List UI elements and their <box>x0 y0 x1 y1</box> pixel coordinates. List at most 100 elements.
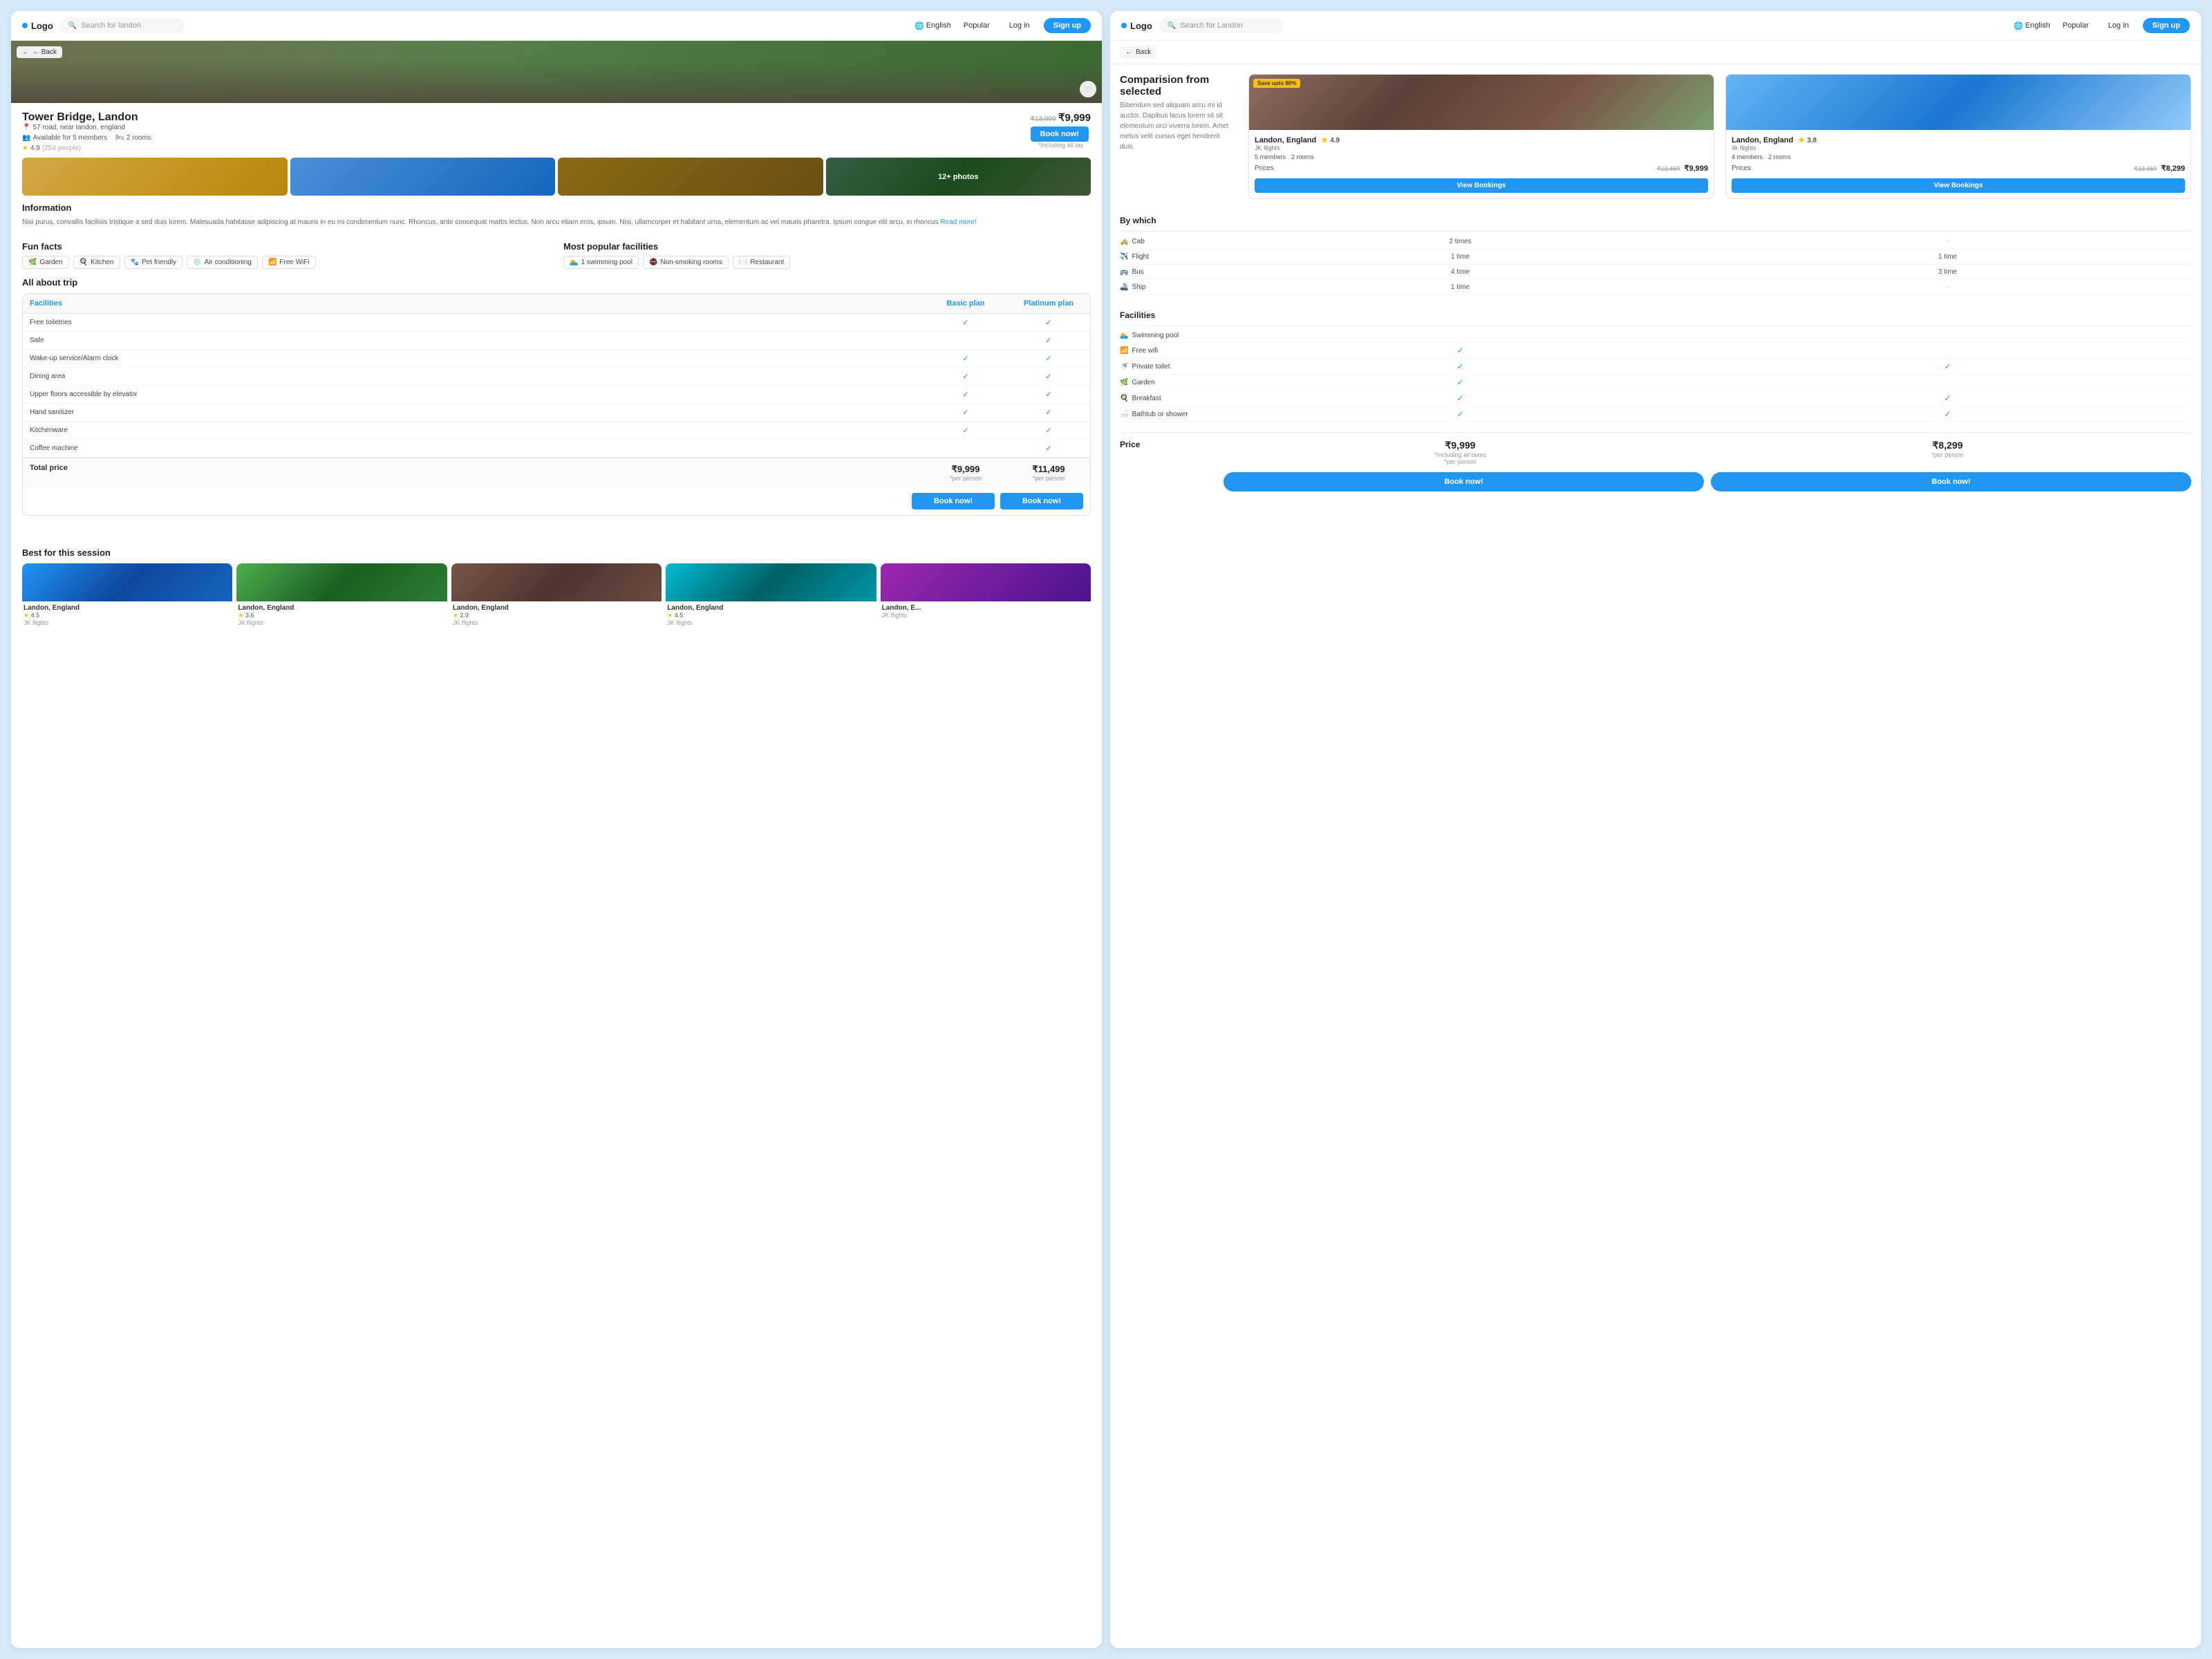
plan-col3: Platinum plan <box>1007 294 1090 313</box>
right-lang[interactable]: 🌐 English <box>2014 21 2050 30</box>
fac-row: 🏊 Swimming pool <box>1120 329 2191 343</box>
garden-check1: ✓ <box>1217 377 1704 387</box>
read-more-link[interactable]: Read more! <box>940 218 976 226</box>
ship-label: 🚢 Ship <box>1120 283 1217 291</box>
hotel-info: Tower Bridge, Landon 📍 57 road, near lan… <box>22 111 151 152</box>
left-popular-link[interactable]: Popular <box>958 21 995 30</box>
right-popular-link[interactable]: Popular <box>2057 21 2094 30</box>
dest-info-1: Landon, England ★ 4.5 JK flights <box>22 601 232 629</box>
breakfast-label: 🍳 Breakfast <box>1120 395 1217 402</box>
row-label: Wake-up service/Alarm clock <box>23 350 924 367</box>
left-logo: Logo <box>22 21 53 31</box>
breakfast-check1: ✓ <box>1217 393 1704 403</box>
plat-check: ✓ <box>1007 404 1090 421</box>
left-navbar: Logo 🔍 Search for landon 🌐 English Popul… <box>11 11 1102 41</box>
row-label: Dining area <box>23 368 924 385</box>
photo-gallery: 12+ photos <box>22 158 1091 196</box>
hero-buildings <box>11 62 1102 103</box>
table-row: Coffee machine ✓ <box>23 440 1090 458</box>
plat-price-footer: ₹11,499 *per person <box>1007 458 1090 487</box>
left-lang[interactable]: 🌐 English <box>915 21 951 30</box>
hotel-meta: 📍 57 road, near landon, england <box>22 124 151 131</box>
dest-card-5[interactable]: Landon, E... JK flights <box>881 563 1091 629</box>
table-row: ✈️ Flight 1 time 1 time <box>1120 250 2191 265</box>
bathtub-check2: ✓ <box>1704 409 2191 419</box>
price-val-2: ₹8,299 *per person <box>1704 440 2191 458</box>
fac-restaurant: 🍽️ Restaurant <box>733 256 790 269</box>
flight-val1: 1 time <box>1217 253 1704 261</box>
right-search-bar[interactable]: 🔍 Search for Landon <box>1159 18 1284 33</box>
plat-check: ✓ <box>1007 386 1090 403</box>
globe-icon: 🌐 <box>915 21 924 30</box>
comp-desc: Bibendum sed aliquam arcu mi id auctor. … <box>1120 100 1230 152</box>
dest-card-1[interactable]: Landon, England ★ 4.5 JK flights <box>22 563 232 629</box>
left-login-btn[interactable]: Log in <box>1002 19 1037 32</box>
favorite-btn[interactable]: ♡ <box>1080 81 1096 97</box>
basic-book-btn[interactable]: Book now! <box>912 493 995 509</box>
comp-book-btn-1[interactable]: Book now! <box>1224 472 1704 491</box>
popular-facilities: Most popular facilities 🏊 1 swimming poo… <box>563 234 1091 269</box>
facilities-section: Facilities 🏊 Swimming pool 📶 Free wifi ✓… <box>1120 305 2191 422</box>
back-button[interactable]: ← ← Back <box>17 46 62 58</box>
cab-label: 🚕 Cab <box>1120 238 1217 245</box>
table-row: Hand sanitizer ✓ ✓ <box>23 404 1090 422</box>
toilet-check1: ✓ <box>1217 362 1704 371</box>
row-label: Free toiletries <box>23 314 924 331</box>
fac-row: 🚿 Private toilet ✓ ✓ <box>1120 359 2191 375</box>
plan-section: All about trip Facilities Basic plan Pla… <box>22 277 1091 516</box>
by-which-section: By which 🚕 Cab 2 times -- ✈️ Flight 1 ti… <box>1120 210 2191 295</box>
right-back-btn[interactable]: ← Back <box>1120 46 1156 58</box>
comp-hotel-meta-1: 5 members 2 rooms <box>1255 153 1708 160</box>
table-row: Upper floors accessible by elevator ✓ ✓ <box>23 386 1090 404</box>
comp-hotel-meta-2: 4 members 2 rooms <box>1732 153 2185 160</box>
best-section: Best for this session Landon, England ★ … <box>11 532 1102 640</box>
left-search-bar[interactable]: 🔍 Search for landon <box>60 18 185 33</box>
search-icon-right: 🔍 <box>1168 22 1176 30</box>
hotel-meta-2: 👥 Available for 5 members 🛏 2 rooms <box>22 134 151 142</box>
comp-card-body-2: Landon, England ★ 3.8 4k flights 4 membe… <box>1726 130 2191 198</box>
save-badge: Save upto 80% <box>1253 79 1300 88</box>
hotel-address: 📍 57 road, near landon, england <box>22 124 125 131</box>
flight-val2: 1 time <box>1704 253 2191 261</box>
hotel-header: Tower Bridge, Landon 📍 57 road, near lan… <box>22 111 1091 152</box>
photo-more[interactable]: 12+ photos <box>826 158 1091 196</box>
comp-title: Comparision from selected <box>1120 74 1237 97</box>
left-signup-btn[interactable]: Sign up <box>1044 18 1091 33</box>
comp-top: Comparision from selected Bibendum sed a… <box>1120 74 2191 199</box>
comp-hotel-card-1: Save upto 80% Landon, England ★ 4.9 JK f… <box>1248 74 1714 199</box>
location-icon: 📍 <box>22 124 30 131</box>
right-signup-btn[interactable]: Sign up <box>2143 18 2190 33</box>
comp-hotel-card-2: Landon, England ★ 3.8 4k flights 4 membe… <box>1725 74 2191 199</box>
comp-view-btn-1[interactable]: View Bookings <box>1255 178 1708 193</box>
plat-book-btn[interactable]: Book now! <box>1000 493 1083 509</box>
book-now-btn[interactable]: Book now! <box>1031 126 1089 142</box>
tag-wifi: 📶 Free WiFi <box>262 256 316 269</box>
price-block: ₹13,999 ₹9,999 Book now! *Including all … <box>1031 111 1091 149</box>
plan-book-row: Book now! Book now! <box>23 487 1090 515</box>
left-panel: Logo 🔍 Search for landon 🌐 English Popul… <box>11 11 1102 1648</box>
dest-card-3[interactable]: Landon, England ★ 2.9 JK flights <box>451 563 662 629</box>
dest-img-4 <box>666 563 876 601</box>
fun-facts-tags: 🌿 Garden 🍳 Kitchen 🐾 Pet friendly ❄️ Air… <box>22 256 550 269</box>
dest-img-3 <box>451 563 662 601</box>
best-title: Best for this session <box>22 547 1091 558</box>
fac-nosmoking: 🚭 Non-smoking rooms <box>643 256 729 269</box>
plat-check: ✓ <box>1007 332 1090 349</box>
photo-2[interactable] <box>290 158 556 196</box>
bed-icon: 🛏 <box>115 134 124 142</box>
row-label: Coffee machine <box>23 440 924 457</box>
right-login-btn[interactable]: Log in <box>2101 19 2136 32</box>
wifi-label: 📶 Free wifi <box>1120 347 1217 355</box>
info-text: Nisi purus, convallis facilisis tristiqu… <box>22 217 1091 227</box>
wifi-check1: ✓ <box>1217 346 1704 355</box>
dest-card-2[interactable]: Landon, England ★ 3.6 JK flights <box>236 563 447 629</box>
plat-check: ✓ <box>1007 440 1090 457</box>
comp-view-btn-2[interactable]: View Bookings <box>1732 178 2185 193</box>
comp-book-btn-2[interactable]: Book now! <box>1711 472 2191 491</box>
photo-3[interactable] <box>558 158 823 196</box>
price-label: Price <box>1120 440 1217 449</box>
price-val-1: ₹9,999 *Including all taxes *per person <box>1217 440 1704 465</box>
photo-1[interactable] <box>22 158 288 196</box>
dest-card-4[interactable]: Landon, England ★ 4.5 JK flights <box>666 563 876 629</box>
tag-kitchen: 🍳 Kitchen <box>73 256 120 269</box>
